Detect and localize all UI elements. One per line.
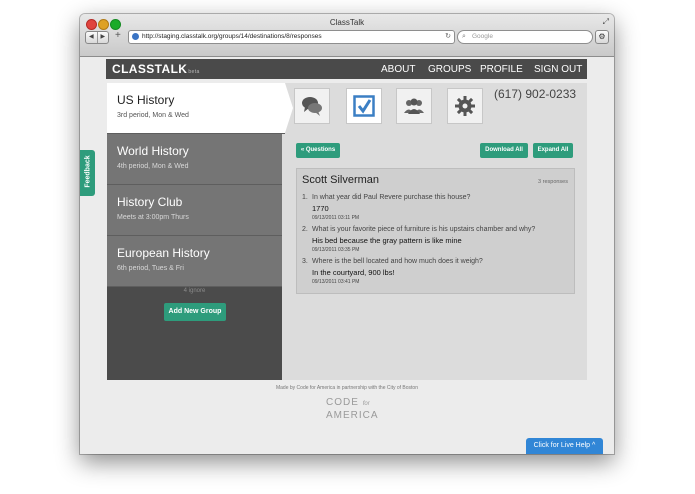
back-icon[interactable]: ◀ [86, 32, 98, 43]
reload-icon[interactable]: ↻ [445, 31, 451, 43]
main-panel: (617) 902-0233 « Questions Download All … [282, 83, 587, 380]
questions-tool-button[interactable] [346, 88, 382, 124]
forward-icon[interactable]: ▶ [98, 32, 109, 43]
respondent-name: Scott Silverman [302, 174, 380, 186]
chat-icon [302, 97, 322, 116]
fullscreen-icon[interactable]: ⤢ [603, 17, 609, 27]
group-name: European History [117, 246, 210, 260]
download-all-button[interactable]: Download All [480, 143, 528, 158]
url-text: http://staging.classtalk.org/groups/14/d… [142, 33, 322, 40]
search-input[interactable]: ⌕ Google [457, 30, 593, 44]
logo-text: CLASSTALK [112, 62, 188, 76]
group-history-club[interactable]: History Club Meets at 3:00pm Thurs [107, 185, 282, 236]
question-number: 2. [302, 226, 308, 233]
ignore-count: 4 ignore [183, 288, 206, 294]
question-number: 3. [302, 258, 308, 265]
code-for-america-logo[interactable]: CODE for AMERICA [326, 397, 386, 421]
question-number: 1. [302, 194, 308, 201]
add-bookmark-icon[interactable]: + [115, 30, 121, 41]
globe-icon [132, 33, 139, 40]
back-forward-buttons: ◀ ▶ [85, 31, 109, 44]
timestamp-2: 09/13/2011 03:35 PM [312, 247, 360, 253]
app-header: CLASSTALKbeta ABOUT GROUPS PROFILE SIGN … [106, 59, 587, 79]
answer-3: In the courtyard, 900 lbs! [312, 268, 395, 277]
cfa-for: for [362, 401, 370, 407]
classtalk-logo[interactable]: CLASSTALKbeta [112, 62, 200, 76]
window-title: ClassTalk [329, 18, 365, 27]
questions-back-button[interactable]: « Questions [296, 143, 340, 158]
timestamp-3: 09/13/2011 03:41 PM [312, 279, 360, 285]
cfa-line2: AMERICA [326, 410, 379, 421]
add-new-group-button[interactable]: Add New Group [164, 303, 226, 321]
live-help-button[interactable]: Click for Live Help ^ [526, 438, 603, 454]
search-placeholder: Google [472, 33, 493, 40]
group-european-history[interactable]: European History 6th period, Tues & Fri [107, 236, 282, 287]
group-name: World History [117, 144, 189, 158]
expand-all-button[interactable]: Expand All [533, 143, 573, 158]
page-content: CLASSTALKbeta ABOUT GROUPS PROFILE SIGN … [80, 57, 614, 454]
settings-icon[interactable]: ⚙ [595, 30, 609, 44]
nav-sign-out[interactable]: SIGN OUT [534, 64, 582, 75]
feedback-tab[interactable]: Feedback [80, 150, 95, 196]
question-3: 3. Where is the bell located and how much… [302, 258, 483, 265]
question-2: 2. What is your favorite piece of furnitu… [302, 226, 535, 233]
question-text: In what year did Paul Revere purchase th… [312, 194, 471, 201]
group-phone-number: (617) 902-0233 [494, 87, 577, 101]
logo-badge: beta [188, 69, 200, 75]
browser-window: ClassTalk ⤢ ◀ ▶ + http://staging.classta… [80, 14, 614, 454]
people-icon [404, 98, 424, 114]
messages-tool-button[interactable] [294, 88, 330, 124]
question-text: Where is the bell located and how much d… [312, 258, 483, 265]
group-desc: Meets at 3:00pm Thurs [117, 214, 189, 221]
answer-1: 1770 [312, 204, 329, 213]
question-text: What is your favorite piece of furniture… [312, 226, 536, 233]
groups-sidebar: US History 3rd period, Mon & Wed World H… [107, 83, 293, 380]
cfa-line1: CODE [326, 397, 359, 408]
answer-2: His bed because the gray pattern is like… [312, 236, 462, 245]
group-us-history[interactable]: US History 3rd period, Mon & Wed [107, 83, 293, 134]
group-name: History Club [117, 195, 183, 209]
response-card: Scott Silverman 3 responses 1. In what ye… [296, 168, 575, 294]
title-bar: ClassTalk ⤢ ◀ ▶ + http://staging.classta… [80, 14, 614, 57]
members-tool-button[interactable] [396, 88, 432, 124]
response-count: 3 responses [538, 179, 568, 185]
checkbox-icon [353, 95, 375, 117]
group-world-history[interactable]: World History 4th period, Mon & Wed [107, 134, 282, 185]
nav-profile[interactable]: PROFILE [480, 64, 523, 75]
active-arrow [285, 83, 293, 133]
address-bar[interactable]: http://staging.classtalk.org/groups/14/d… [128, 30, 455, 44]
group-desc: 6th period, Tues & Fri [117, 265, 184, 272]
nav-groups[interactable]: GROUPS [428, 64, 471, 75]
timestamp-1: 09/13/2011 03:11 PM [312, 215, 360, 221]
search-icon: ⌕ [462, 33, 466, 40]
nav-about[interactable]: ABOUT [381, 64, 415, 75]
group-desc: 3rd period, Mon & Wed [117, 112, 189, 119]
feedback-label: Feedback [84, 155, 92, 188]
group-name: US History [117, 93, 175, 107]
group-desc: 4th period, Mon & Wed [117, 163, 189, 170]
gear-icon [455, 96, 475, 116]
settings-tool-button[interactable] [447, 88, 483, 124]
question-1: 1. In what year did Paul Revere purchase … [302, 194, 470, 201]
footer-credit: Made by Code for America in partnership … [275, 385, 418, 391]
